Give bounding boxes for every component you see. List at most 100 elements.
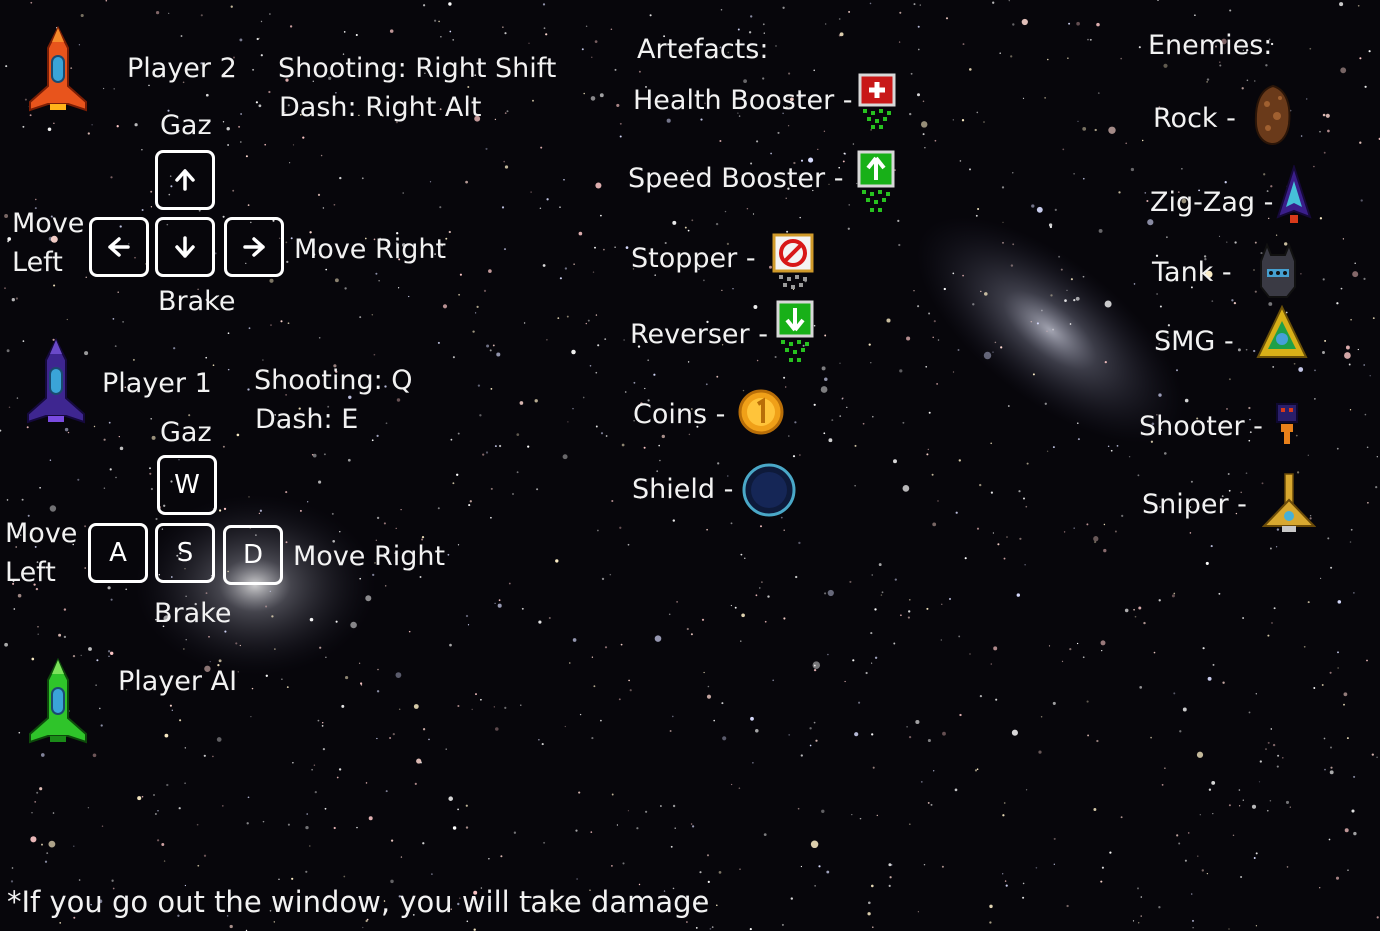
star [870, 884, 874, 888]
star [450, 438, 453, 441]
star [767, 595, 770, 598]
star [465, 826, 469, 829]
star [449, 643, 452, 647]
star [888, 863, 892, 867]
star [876, 814, 879, 817]
star [1266, 809, 1269, 812]
star [1038, 750, 1042, 754]
star [318, 480, 322, 484]
star [58, 633, 62, 637]
star [185, 595, 187, 597]
star [1240, 875, 1243, 879]
star [775, 45, 777, 47]
star [781, 923, 784, 926]
star [908, 735, 912, 739]
star [305, 870, 308, 873]
star [365, 595, 372, 602]
star [84, 567, 87, 569]
star [952, 371, 955, 373]
star [859, 817, 862, 820]
star [783, 376, 786, 379]
star [1114, 530, 1117, 533]
star [317, 193, 321, 196]
star [927, 738, 931, 743]
star [343, 875, 346, 878]
star [1161, 783, 1164, 786]
star [772, 679, 774, 682]
key-w: W [157, 455, 217, 515]
star [265, 674, 268, 677]
star [858, 701, 861, 704]
star [993, 646, 998, 651]
star [867, 912, 871, 916]
star [1319, 577, 1322, 580]
star [1309, 47, 1312, 50]
star [922, 133, 925, 136]
star [962, 43, 965, 46]
smg-enemy-icon [1256, 305, 1308, 361]
star [1218, 235, 1221, 237]
star [540, 146, 543, 149]
star [1094, 541, 1097, 544]
star [1352, 271, 1359, 278]
star [542, 3, 546, 6]
star [1208, 788, 1212, 791]
star [1330, 566, 1333, 569]
star [868, 343, 871, 346]
star [1285, 800, 1290, 804]
star [1303, 645, 1306, 648]
star [1253, 349, 1256, 353]
star [579, 713, 582, 716]
star [589, 365, 592, 367]
star [548, 616, 551, 620]
star [928, 312, 931, 315]
star [498, 599, 501, 602]
star [166, 783, 169, 787]
star [920, 121, 928, 128]
star [256, 37, 259, 41]
star [1019, 537, 1022, 540]
star [737, 28, 740, 31]
star [940, 639, 942, 641]
player2-shooting-key: Shooting: Right Shift [278, 53, 557, 84]
star [321, 721, 324, 724]
star [707, 880, 710, 884]
star [827, 589, 834, 597]
star [907, 616, 910, 619]
star [376, 690, 380, 693]
star [1004, 880, 1007, 882]
star [371, 439, 374, 442]
star [955, 511, 958, 514]
star [897, 219, 900, 223]
star [320, 154, 323, 157]
player2-name: Player 2 [127, 53, 237, 84]
star [687, 361, 690, 363]
star [434, 19, 437, 22]
star [910, 72, 913, 75]
star [578, 231, 583, 236]
star [1344, 352, 1351, 359]
star [1245, 472, 1248, 475]
star [917, 305, 920, 308]
artefact-reverser-label: Reverser - [630, 319, 768, 350]
star [1227, 473, 1230, 475]
star [800, 754, 803, 757]
star [818, 865, 821, 868]
star [15, 297, 19, 300]
purple-rocket-icon [20, 338, 92, 424]
star [739, 868, 741, 871]
star [155, 517, 158, 521]
star [224, 630, 227, 633]
star [1259, 760, 1262, 763]
star [390, 839, 394, 842]
star [483, 289, 487, 293]
artefact-coins-label: Coins - [633, 399, 726, 430]
star [1258, 781, 1261, 783]
star [614, 246, 616, 249]
star [203, 754, 206, 757]
star [77, 478, 80, 481]
star [809, 744, 812, 747]
star [919, 4, 921, 6]
star [1040, 716, 1043, 718]
star [838, 18, 841, 20]
